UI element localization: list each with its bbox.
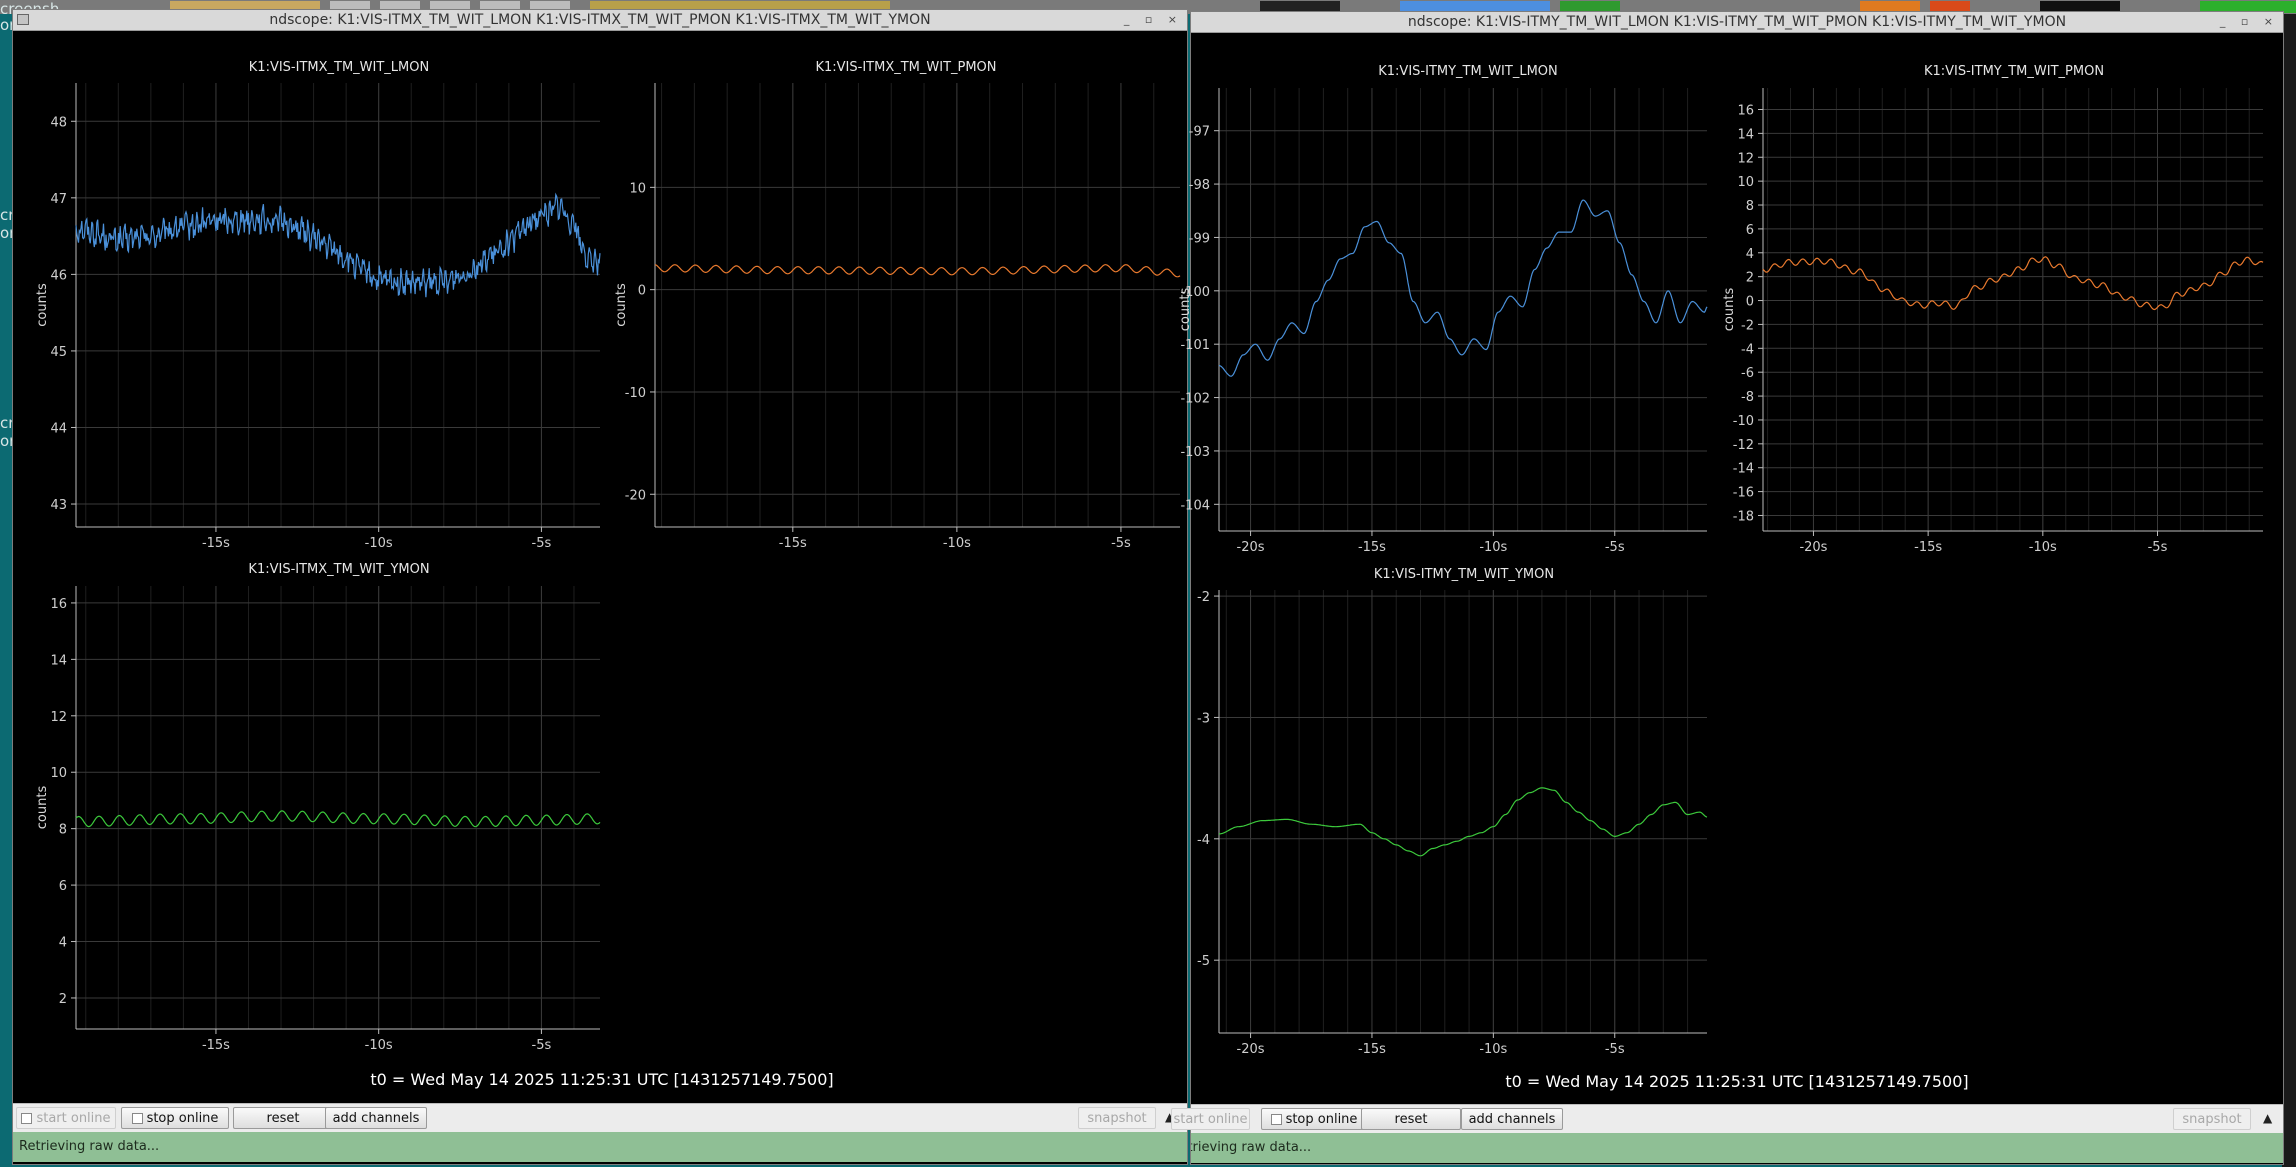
t0-label: t0 = Wed May 14 2025 11:25:31 UTC [14312… bbox=[1505, 1072, 1969, 1091]
y-tick-label: 2 bbox=[59, 992, 67, 1007]
series-line bbox=[1218, 787, 1708, 857]
button-label: stop online bbox=[146, 1110, 219, 1126]
t0-label: t0 = Wed May 14 2025 11:25:31 UTC [14312… bbox=[370, 1070, 834, 1089]
stop-online-button[interactable]: stop online bbox=[1261, 1108, 1367, 1130]
x-tick-label: -20s bbox=[1237, 1042, 1265, 1057]
y-tick-label: 14 bbox=[50, 653, 67, 668]
start-online-button[interactable]: start online bbox=[1171, 1108, 1250, 1130]
button-bar: start online stop online reset add chann… bbox=[1171, 1104, 2283, 1133]
plot-itmy-ymon[interactable]: -20s -15s -10s -5s -5 -4 -3 -2 bbox=[1191, 12, 2285, 1112]
x-tick-label: -15s bbox=[1358, 1042, 1386, 1057]
ndscope-window-itmy[interactable]: ndscope: K1:VIS-ITMY_TM_WIT_LMON K1:VIS-… bbox=[1171, 11, 2285, 1165]
y-tick-label: -2 bbox=[1197, 590, 1210, 605]
start-online-button[interactable]: start online bbox=[16, 1107, 116, 1129]
reset-button[interactable]: reset bbox=[233, 1107, 333, 1129]
y-axis-label: counts bbox=[35, 786, 50, 830]
checkbox-icon bbox=[131, 1112, 143, 1124]
y-tick-label: -4 bbox=[1197, 833, 1210, 848]
status-bar: Retrieving raw data... bbox=[13, 1132, 1187, 1162]
reset-button[interactable]: reset bbox=[1361, 1108, 1461, 1130]
button-label: start online bbox=[36, 1110, 111, 1126]
x-tick-label: -10s bbox=[365, 1038, 393, 1053]
checkbox-icon bbox=[1270, 1113, 1282, 1125]
y-tick-label: -5 bbox=[1197, 954, 1210, 969]
button-label: start online bbox=[1173, 1111, 1248, 1127]
y-tick-label: 4 bbox=[59, 936, 67, 951]
add-channels-button[interactable]: add channels bbox=[1461, 1108, 1563, 1130]
x-tick-label: -5s bbox=[532, 1038, 552, 1053]
status-bar: Retrieving raw data... bbox=[1191, 1133, 2283, 1163]
y-tick-label: 16 bbox=[50, 597, 67, 612]
plot-itmx-ymon[interactable]: -15s -10s -5s 2 4 6 8 10 12 14 16 counts bbox=[13, 10, 1189, 1110]
x-tick-label: -10s bbox=[1479, 1042, 1507, 1057]
y-tick-label: -3 bbox=[1197, 711, 1210, 726]
x-tick-label: -5s bbox=[1605, 1042, 1625, 1057]
snapshot-button[interactable]: snapshot bbox=[1078, 1107, 1156, 1129]
snapshot-button[interactable]: snapshot bbox=[2173, 1108, 2251, 1130]
x-tick-label: -15s bbox=[202, 1038, 230, 1053]
button-bar: start online stop online reset add chann… bbox=[13, 1103, 1187, 1132]
ndscope-window-itmx[interactable]: ndscope: K1:VIS-ITMX_TM_WIT_LMON K1:VIS-… bbox=[12, 9, 1188, 1165]
stop-online-button[interactable]: stop online bbox=[121, 1107, 229, 1129]
checkbox-icon bbox=[21, 1112, 33, 1124]
y-tick-label: 12 bbox=[50, 710, 67, 725]
y-tick-label: 8 bbox=[59, 823, 67, 838]
y-tick-label: 6 bbox=[59, 879, 67, 894]
triangle-up-icon[interactable]: ▲ bbox=[2263, 1111, 2272, 1125]
add-channels-button[interactable]: add channels bbox=[325, 1107, 427, 1129]
series-line bbox=[75, 810, 601, 828]
button-label: stop online bbox=[1285, 1111, 1358, 1127]
y-tick-label: 10 bbox=[50, 766, 67, 781]
